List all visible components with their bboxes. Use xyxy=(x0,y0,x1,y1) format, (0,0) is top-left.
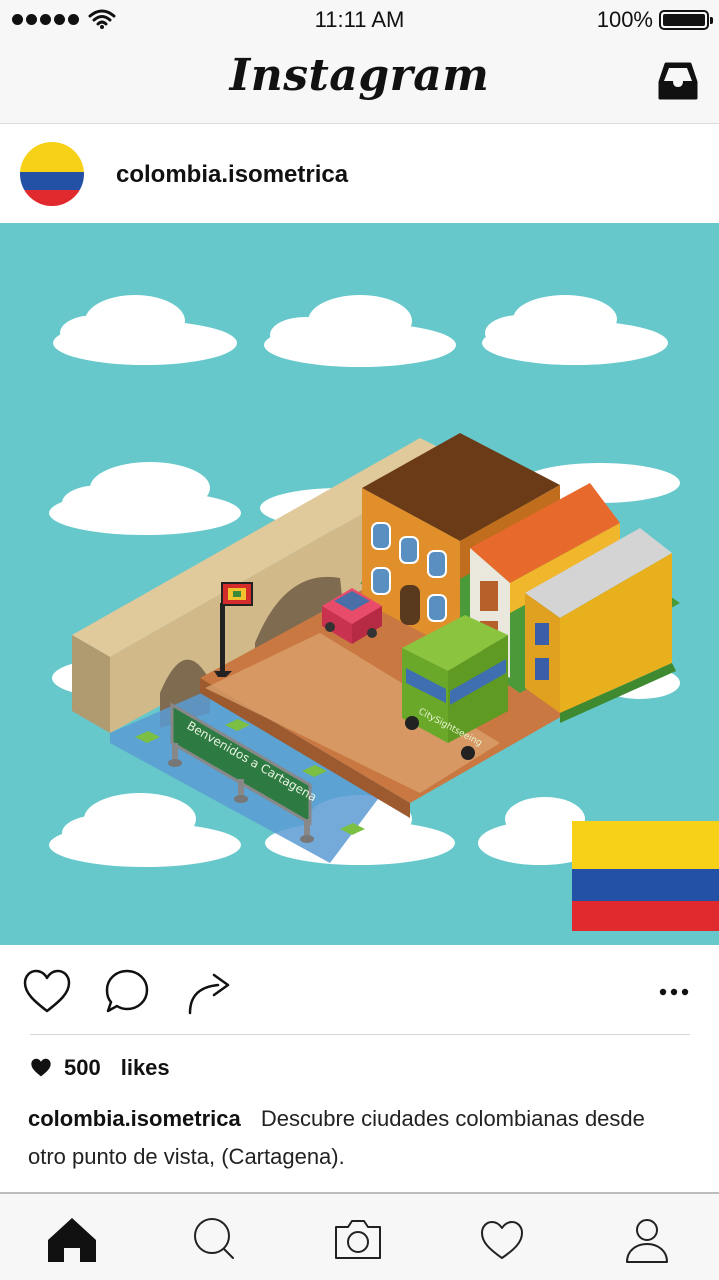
likes-word: likes xyxy=(120,1055,170,1080)
post-image[interactable]: CitySightseeing Benvenidos a Cartagena xyxy=(0,223,719,945)
app-header: Instagram xyxy=(0,40,719,124)
cloud xyxy=(53,295,237,365)
battery-percent: 100% xyxy=(596,7,653,32)
caption: colombia.isometrica Descubre ciudades co… xyxy=(28,1100,688,1176)
cloud xyxy=(264,295,456,367)
colombia-flag xyxy=(572,821,719,931)
cloud xyxy=(49,462,241,535)
status-bar: 11:11 AM 100% xyxy=(0,0,719,40)
post-username[interactable]: colombia.isometrica xyxy=(116,161,348,189)
search-icon[interactable] xyxy=(186,1212,242,1268)
cloud xyxy=(49,793,241,867)
app-title: Instagram xyxy=(229,50,490,101)
camera-icon[interactable] xyxy=(330,1212,386,1268)
share-icon[interactable] xyxy=(184,967,234,1017)
home-icon[interactable] xyxy=(44,1212,100,1268)
filled-heart-icon xyxy=(31,1058,51,1077)
divider xyxy=(30,1034,690,1035)
avatar[interactable] xyxy=(20,142,84,206)
comment-icon[interactable] xyxy=(102,967,152,1017)
post-actions xyxy=(0,945,719,1035)
inbox-icon[interactable] xyxy=(655,58,701,104)
profile-icon[interactable] xyxy=(619,1212,675,1268)
post-header: colombia.isometrica xyxy=(0,125,719,223)
tab-bar xyxy=(0,1192,719,1280)
caption-username[interactable]: colombia.isometrica xyxy=(28,1106,241,1131)
isometric-illustration: CitySightseeing Benvenidos a Cartagena xyxy=(49,295,719,931)
heart-icon[interactable] xyxy=(22,967,72,1017)
likes-row[interactable]: 500 likes xyxy=(30,1055,170,1081)
cloud xyxy=(482,295,668,365)
more-icon[interactable] xyxy=(650,967,700,1017)
activity-heart-icon[interactable] xyxy=(474,1212,530,1268)
battery-icon xyxy=(659,10,713,30)
likes-count: 500 xyxy=(64,1055,101,1080)
